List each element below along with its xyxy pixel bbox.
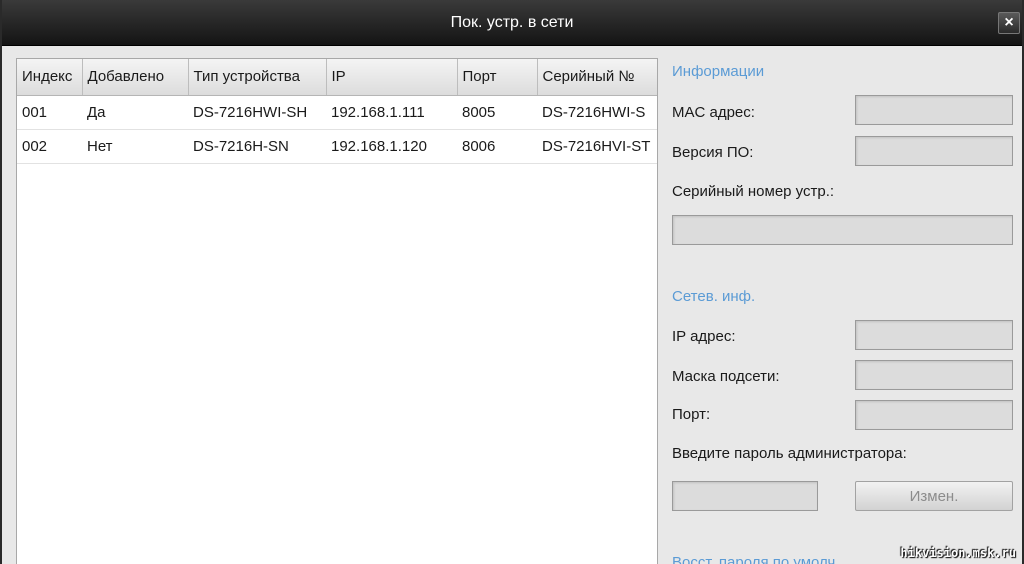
table-row[interactable]: 001 Да DS-7216HWI-SH 192.168.1.111 8005 … — [17, 95, 657, 130]
close-icon: × — [1004, 14, 1014, 31]
mac-address-input[interactable] — [855, 95, 1013, 125]
network-section-title: Сетев. инф. — [672, 288, 756, 305]
firmware-version-label: Версия ПО: — [672, 144, 754, 161]
info-section-title: Информации — [672, 63, 765, 80]
mac-address-label: MAC адрес: — [672, 104, 755, 121]
port-input[interactable] — [855, 400, 1013, 430]
column-header-ip[interactable]: IP — [326, 59, 458, 96]
window-title: Пок. устр. в сети — [450, 14, 574, 31]
device-table-panel: Индекс Добавлено Тип устройства IP Порт … — [16, 58, 658, 564]
cell-device-type: DS-7216HWI-SH — [188, 95, 326, 130]
device-search-window: Пок. устр. в сети × Индекс Добавлено Тип… — [0, 0, 1024, 564]
admin-password-label: Введите пароль администратора: — [672, 445, 907, 462]
admin-password-input[interactable] — [672, 481, 818, 511]
cell-port: 8005 — [457, 95, 537, 130]
column-header-device-type[interactable]: Тип устройства — [188, 59, 327, 96]
serial-number-label: Серийный номер устр.: — [672, 183, 835, 200]
cell-ip: 192.168.1.111 — [326, 95, 457, 130]
restore-password-section-title: Восст. пароля по умолч. — [672, 554, 840, 564]
watermark-text: hikvision.msk.ru — [900, 546, 1016, 560]
change-button[interactable]: Измен. — [855, 481, 1013, 511]
table-header-row: Индекс Добавлено Тип устройства IP Порт … — [17, 59, 657, 96]
column-header-port[interactable]: Порт — [457, 59, 538, 96]
cell-added: Да — [82, 95, 188, 130]
device-table: Индекс Добавлено Тип устройства IP Порт … — [17, 59, 657, 164]
table-row[interactable]: 002 Нет DS-7216H-SN 192.168.1.120 8006 D… — [17, 129, 657, 164]
cell-serial: DS-7216HVI-ST — [537, 129, 657, 164]
serial-number-input[interactable] — [672, 215, 1013, 245]
port-label: Порт: — [672, 406, 711, 423]
window-content: Индекс Добавлено Тип устройства IP Порт … — [2, 46, 1022, 564]
cell-ip: 192.168.1.120 — [326, 129, 457, 164]
cell-index: 001 — [17, 95, 82, 130]
ip-address-label: IP адрес: — [672, 328, 736, 345]
cell-added: Нет — [82, 129, 188, 164]
close-button[interactable]: × — [998, 12, 1020, 34]
column-header-serial[interactable]: Серийный № — [537, 59, 657, 96]
ip-address-input[interactable] — [855, 320, 1013, 350]
title-bar[interactable]: Пок. устр. в сети × — [2, 0, 1022, 46]
firmware-version-input[interactable] — [855, 136, 1013, 166]
device-info-panel: Информации MAC адрес: Версия ПО: Серийны… — [672, 46, 1016, 564]
cell-device-type: DS-7216H-SN — [188, 129, 326, 164]
cell-serial: DS-7216HWI-S — [537, 95, 657, 130]
subnet-mask-input[interactable] — [855, 360, 1013, 390]
cell-index: 002 — [17, 129, 82, 164]
cell-port: 8006 — [457, 129, 537, 164]
column-header-added[interactable]: Добавлено — [82, 59, 189, 96]
column-header-index[interactable]: Индекс — [17, 59, 83, 96]
subnet-mask-label: Маска подсети: — [672, 368, 780, 385]
